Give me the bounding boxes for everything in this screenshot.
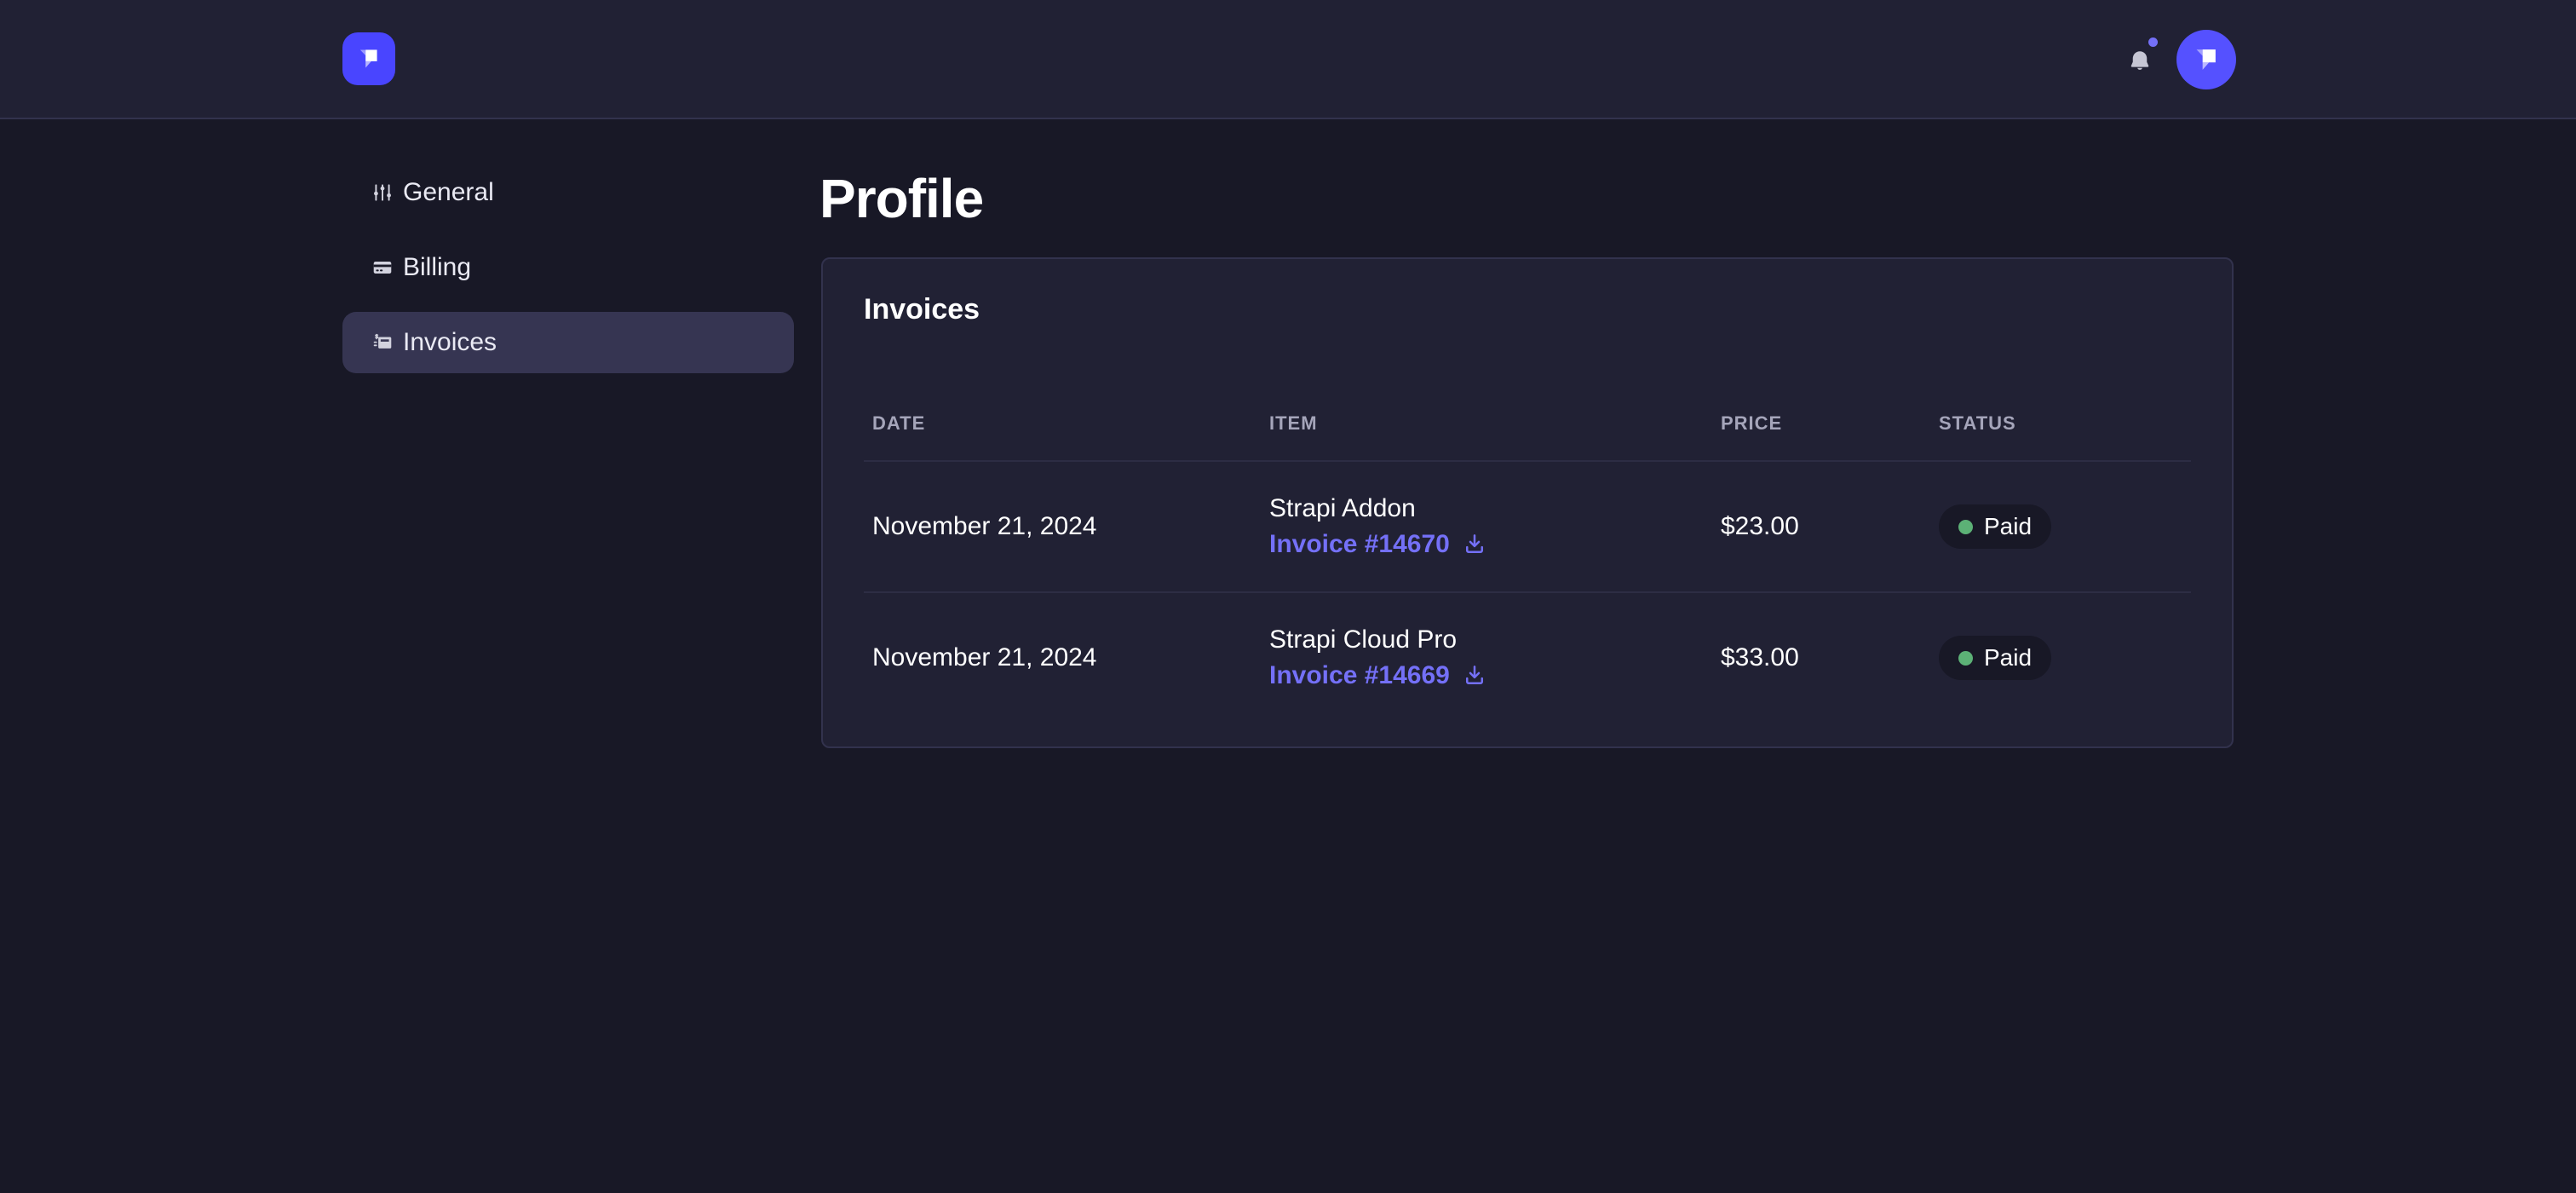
invoice-icon — [371, 331, 394, 354]
status-dot-icon — [1958, 651, 1973, 666]
notifications-button[interactable] — [2116, 37, 2164, 85]
column-header-item: ITEM — [1261, 412, 1712, 460]
strapi-logo-icon — [349, 39, 388, 78]
invoice-date: November 21, 2024 — [864, 643, 1261, 672]
download-icon[interactable] — [1462, 663, 1487, 689]
invoice-item-name: Strapi Cloud Pro — [1269, 622, 1712, 658]
download-icon[interactable] — [1462, 532, 1487, 557]
sidebar-item-billing[interactable]: Billing — [342, 237, 794, 298]
status-dot-icon — [1958, 520, 1973, 534]
notification-dot — [2148, 37, 2158, 47]
invoice-status-cell: Paid — [1930, 504, 2191, 549]
settings-sidebar: General Billing Invoices — [342, 162, 794, 387]
invoice-status-cell: Paid — [1930, 636, 2191, 680]
invoice-row: November 21, 2024 Strapi Addon Invoice #… — [864, 462, 2191, 591]
avatar-strapi-icon — [2184, 37, 2228, 82]
invoices-card: Invoices DATE ITEM PRICE STATUS November… — [821, 257, 2234, 748]
invoice-price: $23.00 — [1712, 512, 1930, 541]
strapi-home-button[interactable] — [342, 32, 395, 85]
invoice-row: November 21, 2024 Strapi Cloud Pro Invoi… — [864, 591, 2191, 723]
invoice-item-cell: Strapi Cloud Pro Invoice #14669 — [1261, 622, 1712, 694]
sidebar-item-label: Billing — [403, 253, 471, 282]
user-avatar[interactable] — [2176, 30, 2236, 89]
sidebar-item-label: Invoices — [403, 328, 497, 357]
status-label: Paid — [1984, 644, 2032, 671]
column-header-status: STATUS — [1930, 412, 2191, 460]
invoices-card-title: Invoices — [864, 259, 2191, 329]
status-label: Paid — [1984, 513, 2032, 540]
sidebar-item-invoices[interactable]: Invoices — [342, 312, 794, 373]
column-header-date: DATE — [864, 412, 1261, 460]
column-header-price: PRICE — [1712, 412, 1930, 460]
strapi-cloud-profile-page: { "topbar": { "logo": "strapi-logo", "no… — [0, 0, 2576, 1193]
status-badge: Paid — [1939, 504, 2051, 549]
sidebar-item-general[interactable]: General — [342, 162, 794, 223]
invoices-table-header: DATE ITEM PRICE STATUS — [864, 329, 2191, 462]
credit-card-icon — [371, 256, 394, 279]
invoice-number-link[interactable]: Invoice #14669 — [1269, 658, 1450, 694]
invoice-price: $33.00 — [1712, 643, 1930, 672]
invoice-date: November 21, 2024 — [864, 512, 1261, 541]
invoice-number-link[interactable]: Invoice #14670 — [1269, 527, 1450, 562]
page-title: Profile — [819, 167, 983, 230]
sliders-icon — [371, 182, 394, 204]
invoice-item-cell: Strapi Addon Invoice #14670 — [1261, 491, 1712, 562]
invoice-item-name: Strapi Addon — [1269, 491, 1712, 527]
status-badge: Paid — [1939, 636, 2051, 680]
topbar — [0, 0, 2576, 119]
sidebar-item-label: General — [403, 178, 494, 207]
bell-icon — [2127, 49, 2153, 74]
